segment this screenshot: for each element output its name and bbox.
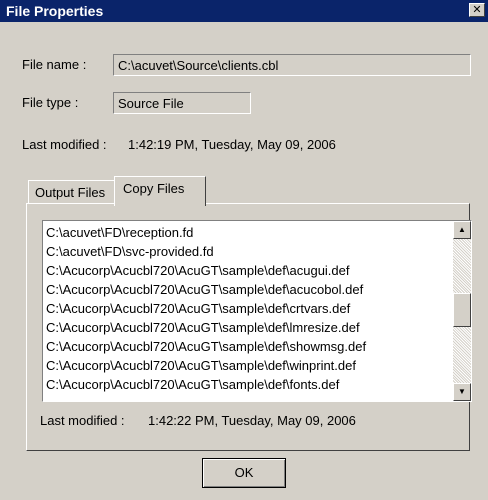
arrow-up-icon: ▲ [458,225,466,234]
list-item[interactable]: C:\Acucorp\Acucbl720\AcuGT\sample\def\wi… [46,356,446,375]
arrow-down-icon: ▼ [458,387,466,396]
last-modified-value: 1:42:19 PM, Tuesday, May 09, 2006 [128,137,336,152]
close-icon: ✕ [472,4,482,16]
close-button[interactable]: ✕ [469,3,485,17]
list-item[interactable]: C:\Acucorp\Acucbl720\AcuGT\sample\def\ac… [46,261,446,280]
scroll-down-button[interactable]: ▼ [453,383,471,401]
title-bar: File Properties ✕ [0,0,488,22]
file-type-field: Source File [113,92,251,114]
ok-button[interactable]: OK [202,458,286,488]
copy-last-modified-label: Last modified : [40,413,125,428]
list-item[interactable]: C:\acuvet\FD\reception.fd [46,223,446,242]
list-item[interactable]: C:\acuvet\FD\svc-provided.fd [46,242,446,261]
vertical-scrollbar[interactable]: ▲ ▼ [453,221,471,401]
file-name-label: File name : [22,57,87,72]
list-item[interactable]: C:\Acucorp\Acucbl720\AcuGT\sample\def\lm… [46,318,446,337]
file-properties-dialog: File Properties ✕ File name : C:\acuvet\… [0,0,488,500]
list-item[interactable]: C:\Acucorp\Acucbl720\AcuGT\sample\def\cr… [46,299,446,318]
list-item[interactable]: C:\Acucorp\Acucbl720\AcuGT\sample\def\fo… [46,375,446,394]
scroll-up-button[interactable]: ▲ [453,221,471,239]
scroll-thumb[interactable] [453,293,471,327]
tab-copy-files[interactable]: Copy Files [114,176,206,206]
list-item[interactable]: C:\Acucorp\Acucbl720\AcuGT\sample\def\sh… [46,337,446,356]
window-title: File Properties [6,3,104,19]
list-item[interactable]: C:\Acucorp\Acucbl720\AcuGT\sample\def\ac… [46,280,446,299]
copy-files-list[interactable]: C:\acuvet\FD\reception.fd C:\acuvet\FD\s… [42,220,472,402]
tab-output-files[interactable]: Output Files [28,180,116,204]
last-modified-label: Last modified : [22,137,107,152]
file-name-field: C:\acuvet\Source\clients.cbl [113,54,471,76]
copy-last-modified-value: 1:42:22 PM, Tuesday, May 09, 2006 [148,413,356,428]
file-type-label: File type : [22,95,79,110]
